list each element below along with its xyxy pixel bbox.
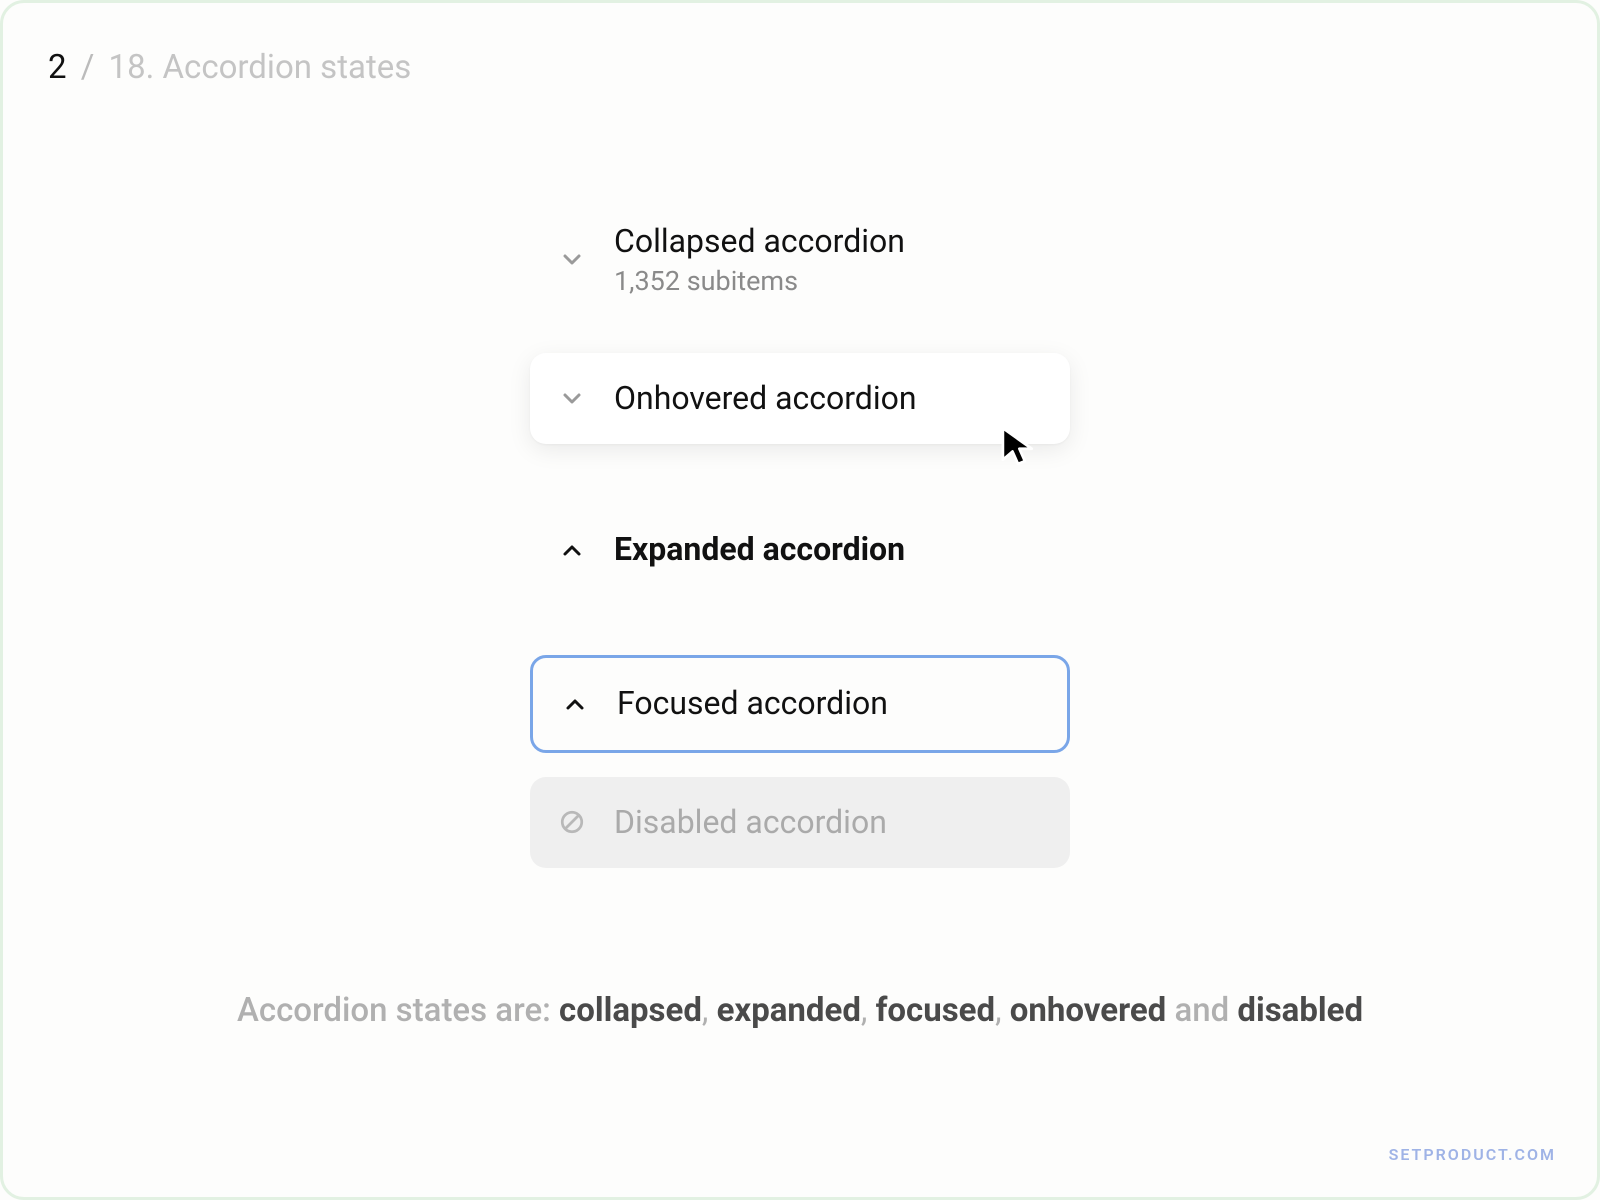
caption-and: and <box>1166 991 1237 1030</box>
accordion-subtext: 1,352 subitems <box>614 263 905 301</box>
chevron-down-icon <box>558 246 586 274</box>
caption-punct: , <box>702 991 717 1030</box>
caption-keyword-collapsed: collapsed <box>559 991 702 1030</box>
accordion-label: Focused accordion <box>617 682 888 725</box>
caption-prefix: Accordion states are: <box>237 991 559 1030</box>
accordion-examples-stack: Collapsed accordion 1,352 subitems Onhov… <box>530 210 1070 868</box>
caption-keyword-onhovered: onhovered <box>1010 991 1167 1030</box>
watermark: SETPRODUCT.COM <box>1389 1145 1556 1164</box>
caption-punct: , <box>995 991 1010 1030</box>
page-header: 2 / 18. Accordion states <box>48 48 411 87</box>
page-number-separator: / <box>81 48 95 87</box>
disabled-icon <box>558 808 586 836</box>
accordion-label: Expanded accordion <box>614 528 905 571</box>
caption-punct: , <box>861 991 876 1030</box>
accordion-expanded[interactable]: Expanded accordion <box>530 504 1070 595</box>
accordion-label: Onhovered accordion <box>614 377 917 420</box>
chevron-up-icon <box>558 536 586 564</box>
accordion-collapsed[interactable]: Collapsed accordion 1,352 subitems <box>530 210 1070 311</box>
cursor-icon <box>996 424 1040 472</box>
accordion-disabled: Disabled accordion <box>530 777 1070 868</box>
page-title: Accordion states <box>163 48 412 87</box>
chevron-down-icon <box>558 385 586 413</box>
accordion-label: Collapsed accordion <box>614 220 905 263</box>
accordion-label: Disabled accordion <box>614 801 887 844</box>
page-number-current: 2 <box>48 48 67 87</box>
caption-text: Accordion states are: collapsed, expande… <box>0 991 1600 1030</box>
accordion-label-wrap: Collapsed accordion 1,352 subitems <box>614 220 905 301</box>
caption-keyword-expanded: expanded <box>717 991 861 1030</box>
page-number-total: 18. <box>109 48 155 87</box>
chevron-up-icon <box>561 690 589 718</box>
caption-keyword-disabled: disabled <box>1237 991 1363 1030</box>
accordion-onhovered[interactable]: Onhovered accordion <box>530 353 1070 444</box>
caption-keyword-focused: focused <box>876 991 995 1030</box>
accordion-focused[interactable]: Focused accordion <box>530 655 1070 752</box>
